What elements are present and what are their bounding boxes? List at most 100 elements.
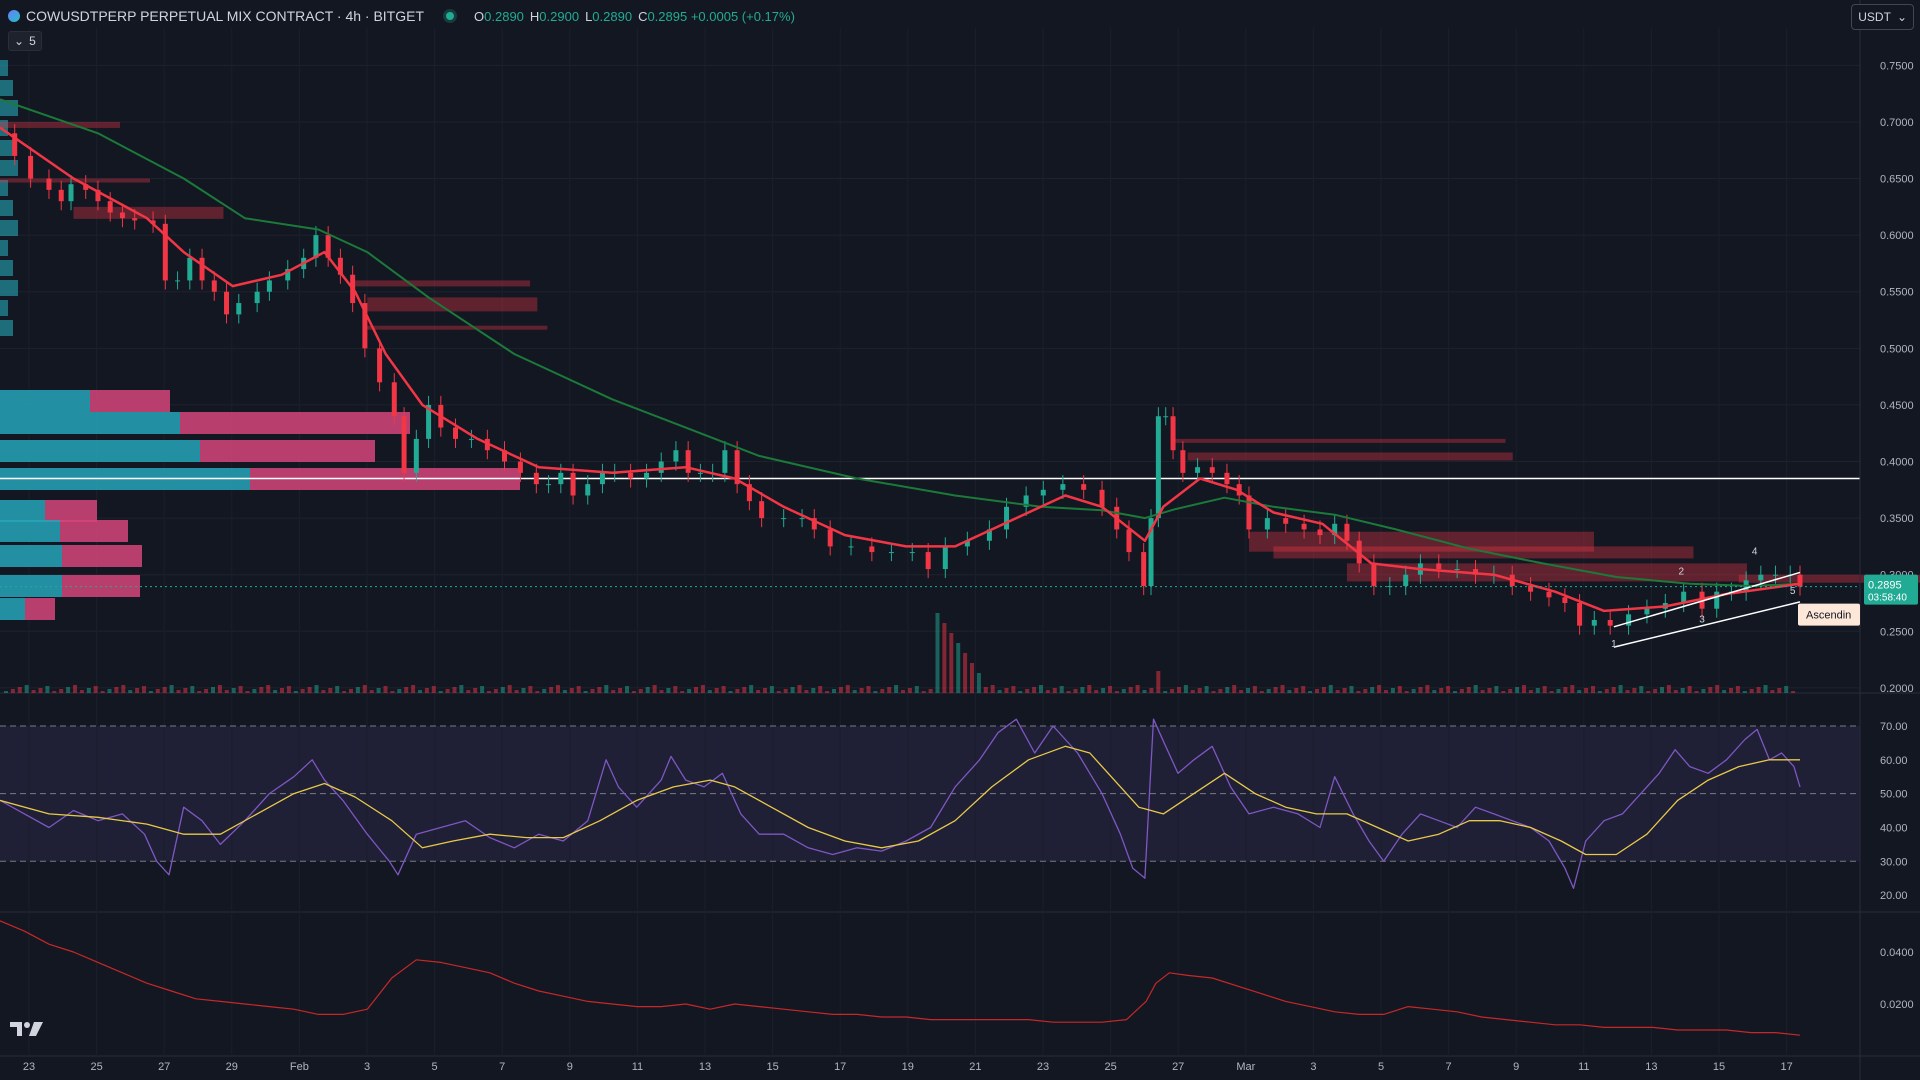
volume-bar <box>293 691 298 693</box>
pattern-tag-label: Ascendin <box>1806 610 1851 622</box>
candle-body <box>546 484 552 486</box>
ohlc-high: H0.2900 <box>529 8 580 24</box>
volume-bar <box>652 685 657 693</box>
volume-profile-sell-bar <box>60 520 128 542</box>
volume-bar <box>300 689 305 693</box>
volume-bar <box>314 685 319 693</box>
candle-body <box>558 472 564 485</box>
volume-bar <box>231 688 236 693</box>
volume-bar <box>528 686 533 693</box>
volume-profile-buy-bar <box>0 545 62 567</box>
x-tick-label: 25 <box>1104 1061 1116 1073</box>
x-tick-label: 17 <box>834 1061 846 1073</box>
volume-bar <box>1315 689 1319 693</box>
volume-profile-buy-bar <box>0 520 60 542</box>
candle-body <box>1246 495 1252 530</box>
x-tick-label: 13 <box>699 1061 711 1073</box>
tradingview-logo-icon[interactable] <box>10 1020 44 1038</box>
pattern-point-label: 4 <box>1752 546 1758 557</box>
currency-selector[interactable]: USDT ⌄ <box>1851 4 1914 30</box>
volume-bar <box>1211 691 1216 693</box>
volume-bar <box>480 686 485 693</box>
rsi-y-tick-label: 20.00 <box>1880 890 1908 902</box>
y-tick-label: 0.2500 <box>1880 626 1914 638</box>
y-tick-label: 0.5500 <box>1880 287 1914 299</box>
rsi-y-tick-label: 50.00 <box>1880 789 1908 801</box>
candle-body <box>942 546 948 570</box>
volume-profile-buy-bar <box>0 220 18 236</box>
volume-bar <box>107 689 112 693</box>
volume-bar <box>473 688 478 693</box>
rsi-y-tick-label: 30.00 <box>1880 856 1908 868</box>
candle-body <box>1371 563 1377 587</box>
volume-bar <box>1039 685 1043 693</box>
volume-bar <box>1066 691 1071 693</box>
volume-bar <box>1287 690 1292 693</box>
pattern-point-label: 5 <box>1790 586 1796 597</box>
candle-body <box>673 450 679 462</box>
volume-bar <box>769 686 774 693</box>
symbol-title[interactable]: COWUSDTPERP PERPETUAL MIX CONTRACT · 4h … <box>26 8 424 24</box>
volume-bar <box>1784 686 1789 693</box>
volume-bar <box>1411 689 1416 693</box>
candle-body <box>1454 569 1460 571</box>
volume-bar <box>335 686 340 693</box>
volume-bar <box>1142 690 1147 693</box>
y-tick-label: 0.5000 <box>1880 343 1914 355</box>
volume-bar <box>1639 686 1644 693</box>
candle-body <box>107 201 113 213</box>
volume-bar <box>1611 687 1616 693</box>
volume-bar <box>459 685 464 693</box>
volume-bar <box>1342 688 1347 693</box>
candle-body <box>1317 529 1323 536</box>
volume-bar <box>1549 691 1554 693</box>
candle-body <box>827 529 833 547</box>
candle-body <box>1224 472 1230 485</box>
y-tick-label: 0.7000 <box>1880 117 1914 129</box>
volume-bar <box>901 690 905 693</box>
candle-body <box>1209 467 1215 473</box>
volume-bar <box>197 691 202 693</box>
volume-bar <box>1114 691 1119 693</box>
volume-bar <box>625 686 629 693</box>
volume-bar <box>376 688 381 693</box>
candle-body <box>925 552 931 570</box>
volume-bar <box>838 687 843 693</box>
x-tick-label: 27 <box>158 1061 170 1073</box>
volume-bar <box>1225 687 1230 693</box>
candle-body <box>1436 563 1442 570</box>
volume-bar <box>928 689 933 693</box>
volume-profile-buy-bar <box>0 140 13 156</box>
rsi-y-tick-label: 60.00 <box>1880 755 1908 767</box>
candle-body <box>187 257 193 281</box>
volume-bar <box>135 688 140 693</box>
volume-bar <box>1094 690 1099 693</box>
volume-bar <box>1052 688 1057 693</box>
volume-bar <box>204 689 209 693</box>
y-tick-label: 0.3500 <box>1880 513 1914 525</box>
candle-body <box>1344 523 1350 541</box>
volume-bar <box>17 687 22 693</box>
volume-bar <box>1501 691 1506 693</box>
indicator-count: 5 <box>29 34 36 48</box>
candle-body <box>199 257 205 281</box>
x-tick-label: 19 <box>902 1061 914 1073</box>
volume-profile-buy-bar <box>0 200 13 216</box>
indicator-collapse-button[interactable]: ⌄ 5 <box>8 31 42 51</box>
volume-bar <box>1446 686 1451 693</box>
volume-bar <box>618 688 623 693</box>
volume-bar <box>1473 685 1478 693</box>
volume-bar <box>1149 688 1154 693</box>
volume-bar <box>1183 685 1188 693</box>
volume-bar <box>190 686 195 693</box>
volume-bar <box>369 690 374 693</box>
volume-bar <box>721 686 726 693</box>
rsi-y-tick-label: 40.00 <box>1880 822 1908 834</box>
trading-chart[interactable]: 0.7500 0.7000 0.6500 0.6000 0.5500 0.5000 0.45… <box>0 0 1920 1080</box>
candle-body <box>697 472 703 474</box>
volume-bar <box>1266 689 1271 693</box>
volume-bar <box>183 688 188 693</box>
market-status-icon[interactable] <box>446 12 455 20</box>
volume-bar <box>1763 685 1768 693</box>
volume-bar <box>286 686 291 693</box>
